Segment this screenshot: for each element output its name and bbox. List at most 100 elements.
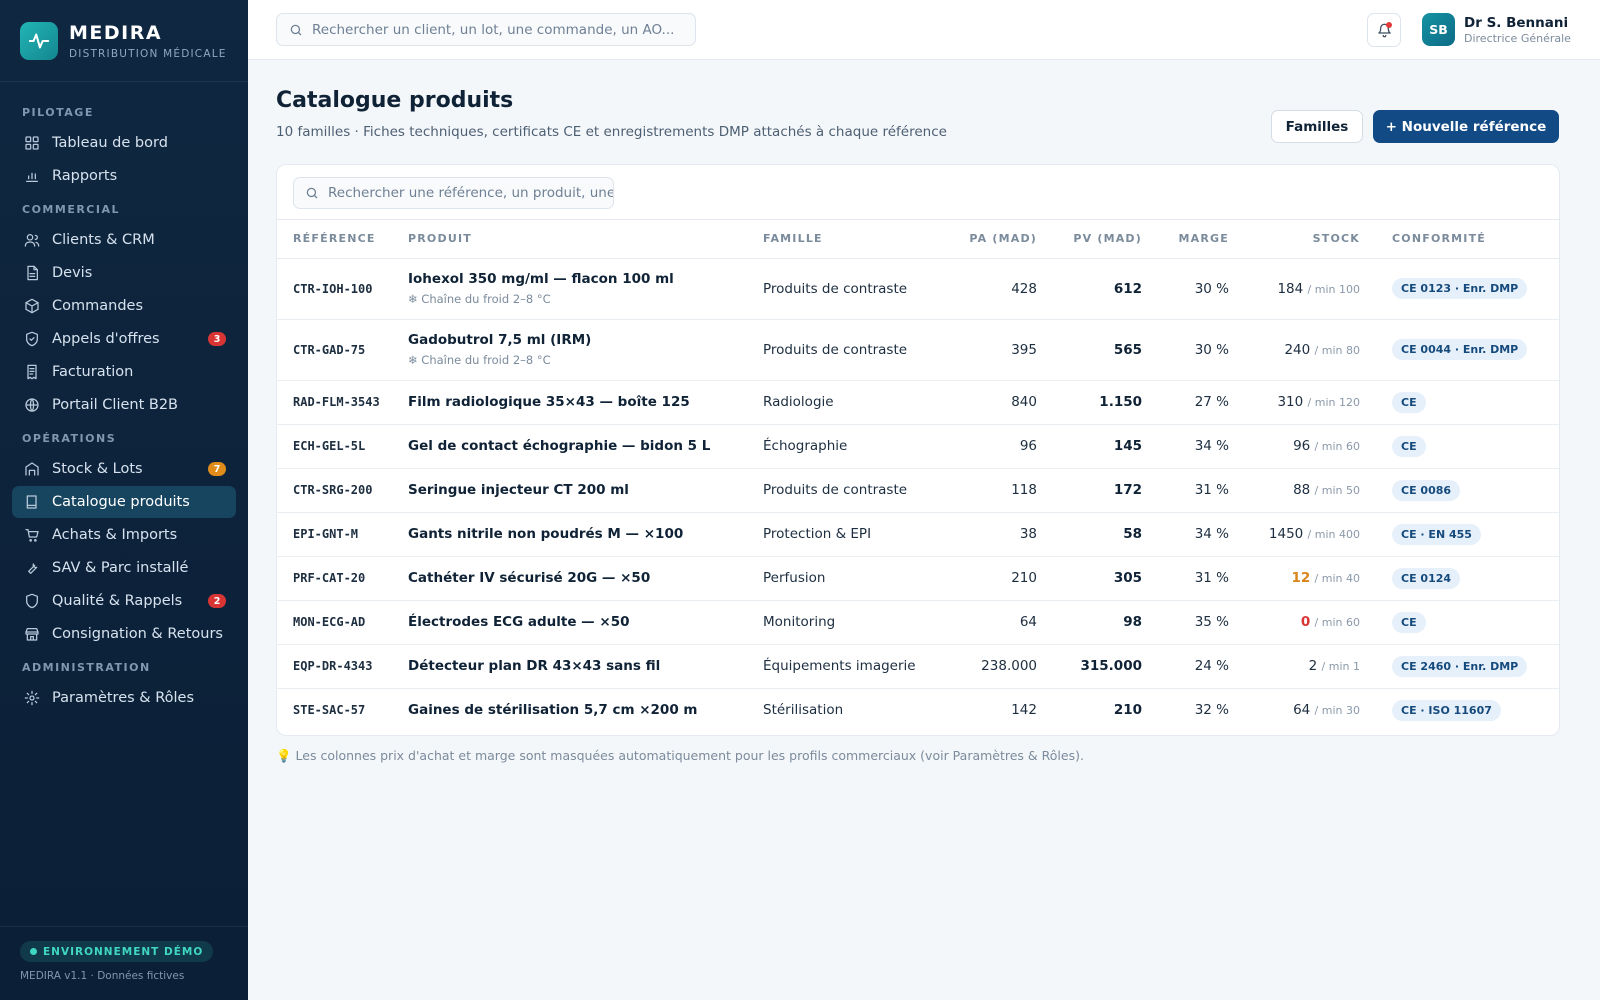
product-name[interactable]: Gel de contact échographie — bidon 5 L [408, 438, 763, 454]
compliance-badge[interactable]: CE [1392, 435, 1426, 457]
gear-icon [24, 690, 40, 706]
cell-reference: PRF-CAT-20 [277, 556, 408, 601]
column-header-stock[interactable]: STOCK [1229, 220, 1360, 259]
cell-reference: STE-SAC-57 [277, 688, 408, 732]
table-row[interactable]: EPI-GNT-M Gants nitrile non poudrés M — … [277, 512, 1559, 557]
compliance-badge[interactable]: CE 0086 [1392, 479, 1461, 501]
users-icon [24, 232, 40, 248]
product-name[interactable]: Film radiologique 35×43 — boîte 125 [408, 394, 763, 410]
table-row[interactable]: MON-ECG-AD Électrodes ECG adulte — ×50 M… [277, 600, 1559, 645]
stock-quantity: 96 [1293, 438, 1311, 454]
stock-minimum: / min 40 [1314, 572, 1360, 585]
table-row[interactable]: STE-SAC-57 Gaines de stérilisation 5,7 c… [277, 688, 1559, 732]
cell-stock: 184 / min 100 [1229, 258, 1360, 320]
sidebar-item-stock-lots[interactable]: Stock & Lots 7 [12, 453, 236, 485]
sidebar-item-facturation[interactable]: Facturation [12, 356, 236, 388]
cell-sale-price: 58 [1037, 512, 1142, 557]
product-name[interactable]: Iohexol 350 mg/ml — flacon 100 ml [408, 271, 763, 287]
sidebar-item-appels-d-offres[interactable]: Appels d'offres 3 [12, 323, 236, 355]
column-header-pa[interactable]: PA (MAD) [943, 220, 1037, 259]
new-reference-button[interactable]: + Nouvelle référence [1373, 110, 1559, 143]
stock-minimum: / min 50 [1314, 484, 1360, 497]
table-row[interactable]: CTR-GAD-75 Gadobutrol 7,5 ml (IRM) ❄ Cha… [277, 319, 1559, 381]
product-name[interactable]: Gaines de stérilisation 5,7 cm ×200 m [408, 702, 763, 718]
sidebar-item-tableau-de-bord[interactable]: Tableau de bord [12, 127, 236, 159]
column-header-compliance[interactable]: CONFORMITÉ [1360, 220, 1559, 259]
table-row[interactable]: ECH-GEL-5L Gel de contact échographie — … [277, 424, 1559, 469]
footnote: 💡 Les colonnes prix d'achat et marge son… [276, 748, 1084, 763]
table-toolbar [277, 165, 1559, 220]
column-header-family[interactable]: FAMILLE [763, 220, 943, 259]
product-name[interactable]: Seringue injecteur CT 200 ml [408, 482, 763, 498]
cell-family: Stérilisation [763, 702, 844, 719]
cell-product: Iohexol 350 mg/ml — flacon 100 ml ❄ Chaî… [408, 258, 763, 320]
table-row[interactable]: EQP-DR-4343 Détecteur plan DR 43×43 sans… [277, 644, 1559, 689]
sidebar-item-qualite-rappels[interactable]: Qualité & Rappels 2 [12, 585, 236, 617]
table-row[interactable]: CTR-IOH-100 Iohexol 350 mg/ml — flacon 1… [277, 258, 1559, 320]
heartbeat-logo-icon [20, 21, 58, 60]
table-row[interactable]: PRF-CAT-20 Cathéter IV sécurisé 20G — ×5… [277, 556, 1559, 601]
user-name: Dr S. Bennani [1464, 14, 1569, 31]
user-menu[interactable]: SB Dr S. Bennani Directrice Générale [1422, 13, 1571, 46]
cell-margin: 30 % [1142, 258, 1229, 320]
avatar: SB [1422, 13, 1455, 46]
compliance-badge[interactable]: CE · ISO 11607 [1392, 699, 1501, 721]
cell-margin: 34 % [1142, 512, 1229, 557]
compliance-badge[interactable]: CE 0044 · Enr. DMP [1392, 339, 1528, 360]
compliance-badge[interactable]: CE 2460 · Enr. DMP [1392, 655, 1528, 677]
bar-chart-icon [24, 168, 40, 184]
compliance-badge[interactable]: CE [1392, 611, 1426, 633]
compliance-badge[interactable]: CE 0123 · Enr. DMP [1392, 278, 1528, 299]
cell-product: Gants nitrile non poudrés M — ×100 [408, 512, 763, 557]
page-title: Catalogue produits [276, 88, 514, 113]
global-search[interactable] [276, 13, 696, 46]
table-search-input[interactable] [328, 185, 613, 201]
column-header-product[interactable]: PRODUIT [408, 220, 763, 259]
sidebar-item-label: Commandes [52, 298, 144, 314]
search-icon [306, 187, 318, 199]
families-button[interactable]: Familles [1271, 110, 1363, 143]
product-name[interactable]: Cathéter IV sécurisé 20G — ×50 [408, 570, 763, 586]
table-row[interactable]: RAD-FLM-3543 Film radiologique 35×43 — b… [277, 380, 1559, 425]
table-search[interactable] [293, 177, 614, 209]
cell-compliance: CE · EN 455 [1360, 512, 1559, 557]
compliance-badge[interactable]: CE · EN 455 [1392, 523, 1481, 545]
cell-compliance: CE [1360, 600, 1559, 645]
sidebar-item-label: Rapports [52, 168, 118, 184]
compliance-badge[interactable]: CE [1392, 391, 1426, 413]
sidebar-item-clients-crm[interactable]: Clients & CRM [12, 224, 236, 256]
notifications-button[interactable] [1367, 13, 1401, 47]
sidebar-item-rapports[interactable]: Rapports [12, 160, 236, 192]
sidebar-item-portail-client-b2b[interactable]: Portail Client B2B [12, 389, 236, 421]
environment-badge: ENVIRONNEMENT DÉMO [20, 941, 214, 962]
sidebar-item-label: Consignation & Retours [52, 626, 223, 642]
column-header-reference[interactable]: RÉFÉRENCE [277, 220, 408, 259]
column-header-margin[interactable]: MARGE [1142, 220, 1229, 259]
product-name[interactable]: Gadobutrol 7,5 ml (IRM) [408, 332, 763, 348]
sidebar-item-achats-imports[interactable]: Achats & Imports [12, 519, 236, 551]
cell-reference: CTR-GAD-75 [277, 319, 408, 381]
sidebar-item-commandes[interactable]: Commandes [12, 290, 236, 322]
sidebar-item-sav-parc-installe[interactable]: SAV & Parc installé [12, 552, 236, 584]
sidebar-item-catalogue-produits[interactable]: Catalogue produits [12, 486, 236, 518]
cell-margin: 31 % [1142, 556, 1229, 601]
sidebar-item-parametres-roles[interactable]: Paramètres & Rôles [12, 682, 236, 714]
receipt-icon [24, 364, 40, 380]
catalogue-card: RÉFÉRENCE PRODUIT FAMILLE PA (MAD) PV (M… [276, 164, 1560, 736]
global-search-input[interactable] [312, 21, 695, 38]
sidebar-item-consignation-retours[interactable]: Consignation & Retours [12, 618, 236, 650]
cold-chain-note: ❄ Chaîne du froid 2–8 °C [408, 292, 551, 306]
reference-code: CTR-GAD-75 [293, 342, 366, 357]
product-name[interactable]: Gants nitrile non poudrés M — ×100 [408, 526, 763, 542]
cell-family: Échographie [763, 424, 943, 469]
column-header-pv[interactable]: PV (MAD) [1037, 220, 1142, 259]
product-name[interactable]: Électrodes ECG adulte — ×50 [408, 614, 763, 630]
compliance-badge[interactable]: CE 0124 [1392, 567, 1461, 589]
table-row[interactable]: CTR-SRG-200 Seringue injecteur CT 200 ml… [277, 468, 1559, 513]
product-name[interactable]: Détecteur plan DR 43×43 sans fil [408, 658, 763, 674]
shield-icon [24, 331, 40, 347]
cell-margin: 34 % [1142, 424, 1229, 469]
reference-code: CTR-SRG-200 [293, 483, 373, 497]
stock-minimum: / min 1 [1321, 660, 1360, 673]
sidebar-item-devis[interactable]: Devis [12, 257, 236, 289]
